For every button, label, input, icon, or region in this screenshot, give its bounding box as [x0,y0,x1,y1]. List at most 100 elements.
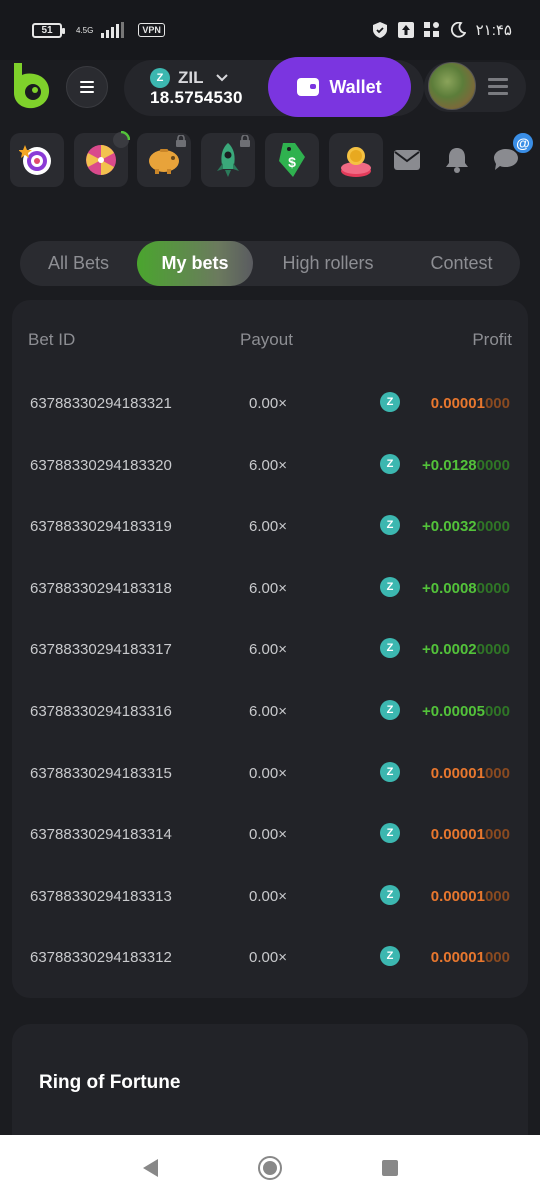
moon-icon [450,22,466,38]
profit-value: 0.00001000 [431,888,510,905]
payout-value: 0.00× [249,887,287,905]
profit-value: +0.00080000 [422,580,510,597]
profit-trailing-zeros: 000 [484,395,510,412]
profit-trailing-zeros: 000 [484,887,510,905]
table-row[interactable]: 63788330294183318 6.00× Z +0.00080000 [12,576,528,601]
quick-item-rocket[interactable] [201,133,255,187]
table-row[interactable]: 63788330294183320 6.00× Z +0.01280000 [12,453,528,478]
profit-trailing-zeros: 0000 [476,641,510,659]
profit-significant: 0.00001 [430,949,485,967]
wallet-label: Wallet [329,76,382,97]
profit-value: 0.00001000 [431,826,510,843]
bet-id: 63788330294183315 [30,764,172,782]
table-header: Bet ID Payout Profit [12,330,528,354]
payout-value: 0.00× [249,764,287,782]
network-type: 4.5G [76,25,94,35]
tab-my-bets[interactable]: My bets [137,241,253,286]
shield-icon [372,22,388,38]
profit-significant: +0.0128 [421,456,477,474]
profit-value: +0.00020000 [422,641,510,658]
piggy-bank-icon [149,149,179,174]
tab-high-rollers[interactable]: High rollers [253,241,403,286]
balance-amount: 18.5754530 [150,88,243,107]
bets-tabs: All Bets My bets High rollers Contest [20,241,520,286]
zil-coin-icon: Z [380,515,400,536]
zil-coin-icon: Z [380,823,400,844]
table-row[interactable]: 63788330294183315 0.00× Z 0.00001000 [12,761,528,786]
profit-trailing-zeros: 0000 [476,579,510,597]
column-payout: Payout [240,330,293,349]
quick-item-cashback[interactable]: $ [265,133,319,187]
main-menu-button[interactable] [66,66,108,108]
profit-trailing-zeros: 000 [484,703,510,720]
clock: ۲۱:۴۵ [475,22,512,39]
bet-id: 63788330294183312 [30,949,172,967]
profit-significant: 0.00001 [430,887,485,905]
zil-coin-icon: Z [380,761,400,782]
zil-coin-icon: Z [380,884,400,905]
mail-icon[interactable] [393,146,421,174]
payout-value: 6.00× [249,456,287,474]
quick-item-target[interactable] [10,133,64,187]
mention-badge[interactable]: @ [511,131,535,155]
zil-coin-icon: Z [380,453,400,474]
logo-icon[interactable] [12,63,52,109]
payout-value: 6.00× [249,518,287,536]
system-nav-bar [0,1135,540,1200]
avatar[interactable] [428,62,476,110]
profit-value: +0.01280000 [422,457,510,474]
quick-item-wheel[interactable] [74,131,130,187]
bell-icon[interactable] [443,146,471,174]
quick-item-piggy[interactable] [137,133,191,187]
user-menu[interactable] [424,62,526,112]
lock-icon [240,135,250,147]
payout-value: 6.00× [249,641,287,659]
column-profit: Profit [472,330,512,349]
profit-significant: +0.0002 [421,641,477,659]
profit-trailing-zeros: 000 [484,949,510,967]
bet-id: 63788330294183318 [30,579,172,597]
profit-significant: +0.0032 [421,518,477,536]
table-row[interactable]: 63788330294183312 0.00× Z 0.00001000 [12,946,528,970]
quick-item-bonus[interactable] [329,133,383,187]
menu-icon[interactable] [488,78,508,96]
zil-coin-icon: Z [380,946,400,967]
table-row[interactable]: 63788330294183316 6.00× Z +0.00005000 [12,700,528,724]
currency-label: ZIL [178,68,204,87]
bets-table: Bet ID Payout Profit 63788330294183321 0.… [12,300,528,998]
column-bet-id: Bet ID [28,330,76,349]
target-icon [19,145,51,175]
home-icon[interactable] [257,1155,282,1180]
profit-trailing-zeros: 0000 [476,518,510,536]
recent-apps-icon[interactable] [381,1159,398,1176]
bet-id: 63788330294183313 [30,887,172,905]
table-row[interactable]: 63788330294183313 0.00× Z 0.00001000 [12,884,528,909]
table-row[interactable]: 63788330294183321 0.00× Z 0.00001000 [12,392,528,416]
bet-id: 63788330294183320 [30,456,172,474]
profit-significant: 0.00001 [430,826,485,844]
wallet-icon [297,78,320,96]
signal-icon [101,22,125,38]
bet-id: 63788330294183321 [30,395,172,412]
profit-significant: +0.00005 [421,703,485,720]
back-icon[interactable] [142,1158,158,1177]
profit-value: 0.00001000 [431,395,510,412]
upload-icon [397,22,414,38]
payout-value: 0.00× [249,826,287,844]
table-row[interactable]: 63788330294183319 6.00× Z +0.00320000 [12,515,528,539]
profit-significant: 0.00001 [430,764,485,782]
payout-value: 0.00× [249,949,287,967]
payout-value: 6.00× [249,579,287,597]
table-row[interactable]: 63788330294183317 6.00× Z +0.00020000 [12,638,528,662]
bet-id: 63788330294183319 [30,518,172,536]
profit-significant: +0.0008 [421,579,477,597]
tab-all-bets[interactable]: All Bets [20,241,137,286]
wallet-button[interactable]: Wallet [268,57,411,117]
tab-contest[interactable]: Contest [403,241,520,286]
bet-id: 63788330294183317 [30,641,172,659]
zil-coin-icon: Z [380,392,400,412]
progress-ring-icon [113,131,130,148]
bet-id: 63788330294183316 [30,703,172,720]
bet-id: 63788330294183314 [30,826,172,844]
table-row[interactable]: 63788330294183314 0.00× Z 0.00001000 [12,823,528,847]
